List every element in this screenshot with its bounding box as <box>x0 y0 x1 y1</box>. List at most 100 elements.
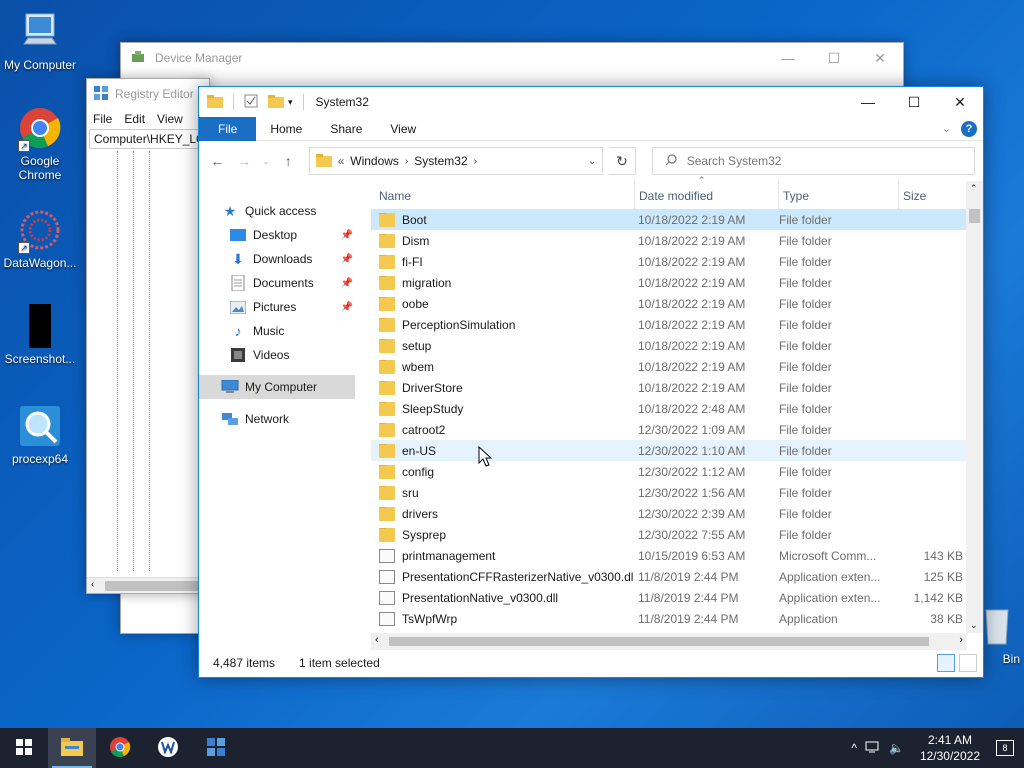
table-row[interactable]: oobe 10/18/2022 2:19 AM File folder <box>371 293 967 314</box>
scroll-down-icon[interactable]: ⌄ <box>970 620 978 631</box>
table-row[interactable]: drivers 12/30/2022 2:39 AM File folder <box>371 503 967 524</box>
table-row[interactable]: fi-FI 10/18/2022 2:19 AM File folder <box>371 251 967 272</box>
scroll-left-icon[interactable]: ‹ <box>375 634 379 646</box>
nav-quick-access[interactable]: ★ Quick access <box>221 199 357 223</box>
pin-icon[interactable]: 📌 <box>341 278 353 289</box>
table-row[interactable]: PerceptionSimulation 10/18/2022 2:19 AM Fi… <box>371 314 967 335</box>
taskbar-chrome[interactable] <box>96 728 144 768</box>
taskbar-registry-editor[interactable] <box>192 728 240 768</box>
desktop-icon-screenshot[interactable]: Screenshot... <box>0 304 80 366</box>
desktop-icon-my-computer[interactable]: My Computer <box>0 10 80 72</box>
scrollbar-thumb[interactable] <box>389 637 929 646</box>
address-bar[interactable]: « Windows › System32 › ⌄ <box>308 147 604 175</box>
table-row[interactable]: DriverStore 10/18/2022 2:19 AM File folder <box>371 377 967 398</box>
nav-network[interactable]: Network <box>221 407 357 431</box>
quick-access-dropdown-icon[interactable]: ▾ <box>288 97 293 108</box>
close-button[interactable]: ✕ <box>857 50 903 67</box>
taskbar-app[interactable] <box>144 728 192 768</box>
column-name[interactable]: Name <box>375 181 635 209</box>
tab-home[interactable]: Home <box>256 117 316 141</box>
scroll-up-icon[interactable]: ⌃ <box>970 183 978 194</box>
help-icon[interactable]: ? <box>961 120 977 137</box>
table-row[interactable]: Dism 10/18/2022 2:19 AM File folder <box>371 230 967 251</box>
new-folder-icon[interactable] <box>268 94 284 111</box>
registry-editor-window[interactable]: Registry Editor File Edit View Computer\… <box>86 78 210 594</box>
desktop-icon-datawagon[interactable]: ↗ DataWagon... <box>0 208 80 270</box>
start-button[interactable] <box>0 728 48 768</box>
vertical-scrollbar[interactable]: ⌃ ⌄ <box>966 181 983 633</box>
column-size[interactable]: Size <box>899 181 965 209</box>
desktop-icon-google-chrome[interactable]: ↗ Google Chrome <box>0 106 80 182</box>
recent-locations-icon[interactable]: ⌄ <box>261 156 272 167</box>
column-type[interactable]: Type <box>779 181 899 209</box>
registry-address-bar[interactable]: Computer\HKEY_LO <box>89 129 207 149</box>
address-dropdown-icon[interactable]: ⌄ <box>582 156 602 167</box>
up-arrow-icon[interactable]: ↑ <box>278 153 299 169</box>
desktop-icon-procexp64[interactable]: procexp64 <box>0 404 80 466</box>
column-date-modified[interactable]: Date modified <box>635 181 779 209</box>
close-button[interactable]: ✕ <box>937 87 983 117</box>
show-hidden-icons-icon[interactable]: ^ <box>851 741 857 755</box>
large-icons-view-icon[interactable] <box>959 654 977 672</box>
menu-file[interactable]: File <box>93 112 112 126</box>
table-row[interactable]: config 12/30/2022 1:12 AM File folder <box>371 461 967 482</box>
details-view-icon[interactable] <box>937 654 955 672</box>
table-row[interactable]: SleepStudy 10/18/2022 2:48 AM File folder <box>371 398 967 419</box>
pin-icon[interactable]: 📌 <box>341 254 353 265</box>
chevron-right-icon[interactable]: › <box>405 156 408 167</box>
taskbar-file-explorer[interactable] <box>48 728 96 768</box>
clock[interactable]: 2:41 AM 12/30/2022 <box>912 732 988 764</box>
table-row[interactable]: wbem 10/18/2022 2:19 AM File folder <box>371 356 967 377</box>
scroll-left-icon[interactable]: ‹ <box>91 579 94 590</box>
breadcrumb-windows[interactable]: Windows <box>350 154 399 168</box>
explorer-titlebar[interactable]: ▾ System32 — ☐ ✕ <box>199 87 983 117</box>
menu-edit[interactable]: Edit <box>124 112 145 126</box>
nav-documents[interactable]: Documents 📌 <box>229 271 357 295</box>
chevron-right-icon[interactable]: › <box>474 156 477 167</box>
nav-music[interactable]: ♪ Music <box>229 319 357 343</box>
network-status-icon[interactable] <box>865 740 881 757</box>
volume-icon[interactable]: 🔈 <box>889 741 904 755</box>
properties-icon[interactable] <box>244 94 258 111</box>
file-explorer-window[interactable]: ▾ System32 — ☐ ✕ File Home Share View ⌄ … <box>198 86 984 678</box>
minimize-button[interactable]: — <box>765 50 811 67</box>
tab-file[interactable]: File <box>199 116 257 141</box>
menu-view[interactable]: View <box>157 112 183 126</box>
table-row[interactable]: TsWpfWrp 11/8/2019 2:44 PM Application 38 K… <box>371 608 967 629</box>
table-row[interactable]: sru 12/30/2022 1:56 AM File folder <box>371 482 967 503</box>
refresh-icon[interactable]: ↻ <box>609 147 636 175</box>
table-row[interactable]: Boot 10/18/2022 2:19 AM File folder <box>371 209 967 230</box>
breadcrumb-system32[interactable]: System32 <box>414 154 467 168</box>
table-row[interactable]: printmanagement 10/15/2019 6:53 AM Microso… <box>371 545 967 566</box>
scroll-right-icon[interactable]: › <box>959 634 963 646</box>
registry-tree[interactable] <box>87 151 209 571</box>
table-row[interactable]: en-US 12/30/2022 1:10 AM File folder <box>371 440 967 461</box>
tab-share[interactable]: Share <box>316 117 376 141</box>
search-input[interactable]: Search System32 <box>651 147 976 175</box>
table-row[interactable]: PresentationCFFRasterizerNative_v0300.dl… <box>371 566 967 587</box>
nav-pictures[interactable]: Pictures 📌 <box>229 295 357 319</box>
nav-videos[interactable]: Videos <box>229 343 357 367</box>
breadcrumb-overflow[interactable]: « <box>338 154 345 168</box>
expand-ribbon-icon[interactable]: ⌄ <box>942 122 951 135</box>
horizontal-scrollbar[interactable]: ‹ › <box>371 633 967 650</box>
pin-icon[interactable]: 📌 <box>341 230 353 241</box>
maximize-button[interactable]: ☐ <box>811 50 857 67</box>
table-row[interactable]: PresentationNative_v0300.dll 11/8/2019 2:… <box>371 587 967 608</box>
pin-icon[interactable]: 📌 <box>341 302 353 313</box>
table-row[interactable]: setup 10/18/2022 2:19 AM File folder <box>371 335 967 356</box>
registry-hscroll[interactable]: ‹ <box>87 577 209 593</box>
table-row[interactable]: catroot2 12/30/2022 1:09 AM File folder <box>371 419 967 440</box>
tab-view[interactable]: View <box>376 117 430 141</box>
nav-desktop[interactable]: Desktop 📌 <box>229 223 357 247</box>
nav-my-computer[interactable]: My Computer <box>199 375 355 399</box>
maximize-button[interactable]: ☐ <box>891 87 937 117</box>
back-arrow-icon[interactable]: ← <box>207 153 228 169</box>
scrollbar-thumb[interactable] <box>969 209 980 223</box>
table-row[interactable]: migration 10/18/2022 2:19 AM File folder <box>371 272 967 293</box>
forward-arrow-icon[interactable]: → <box>234 153 255 169</box>
nav-downloads[interactable]: ⬇ Downloads 📌 <box>229 247 357 271</box>
table-row[interactable]: Sysprep 12/30/2022 7:55 AM File folder <box>371 524 967 545</box>
notifications-icon[interactable]: 8 <box>996 740 1014 756</box>
minimize-button[interactable]: — <box>845 87 891 117</box>
